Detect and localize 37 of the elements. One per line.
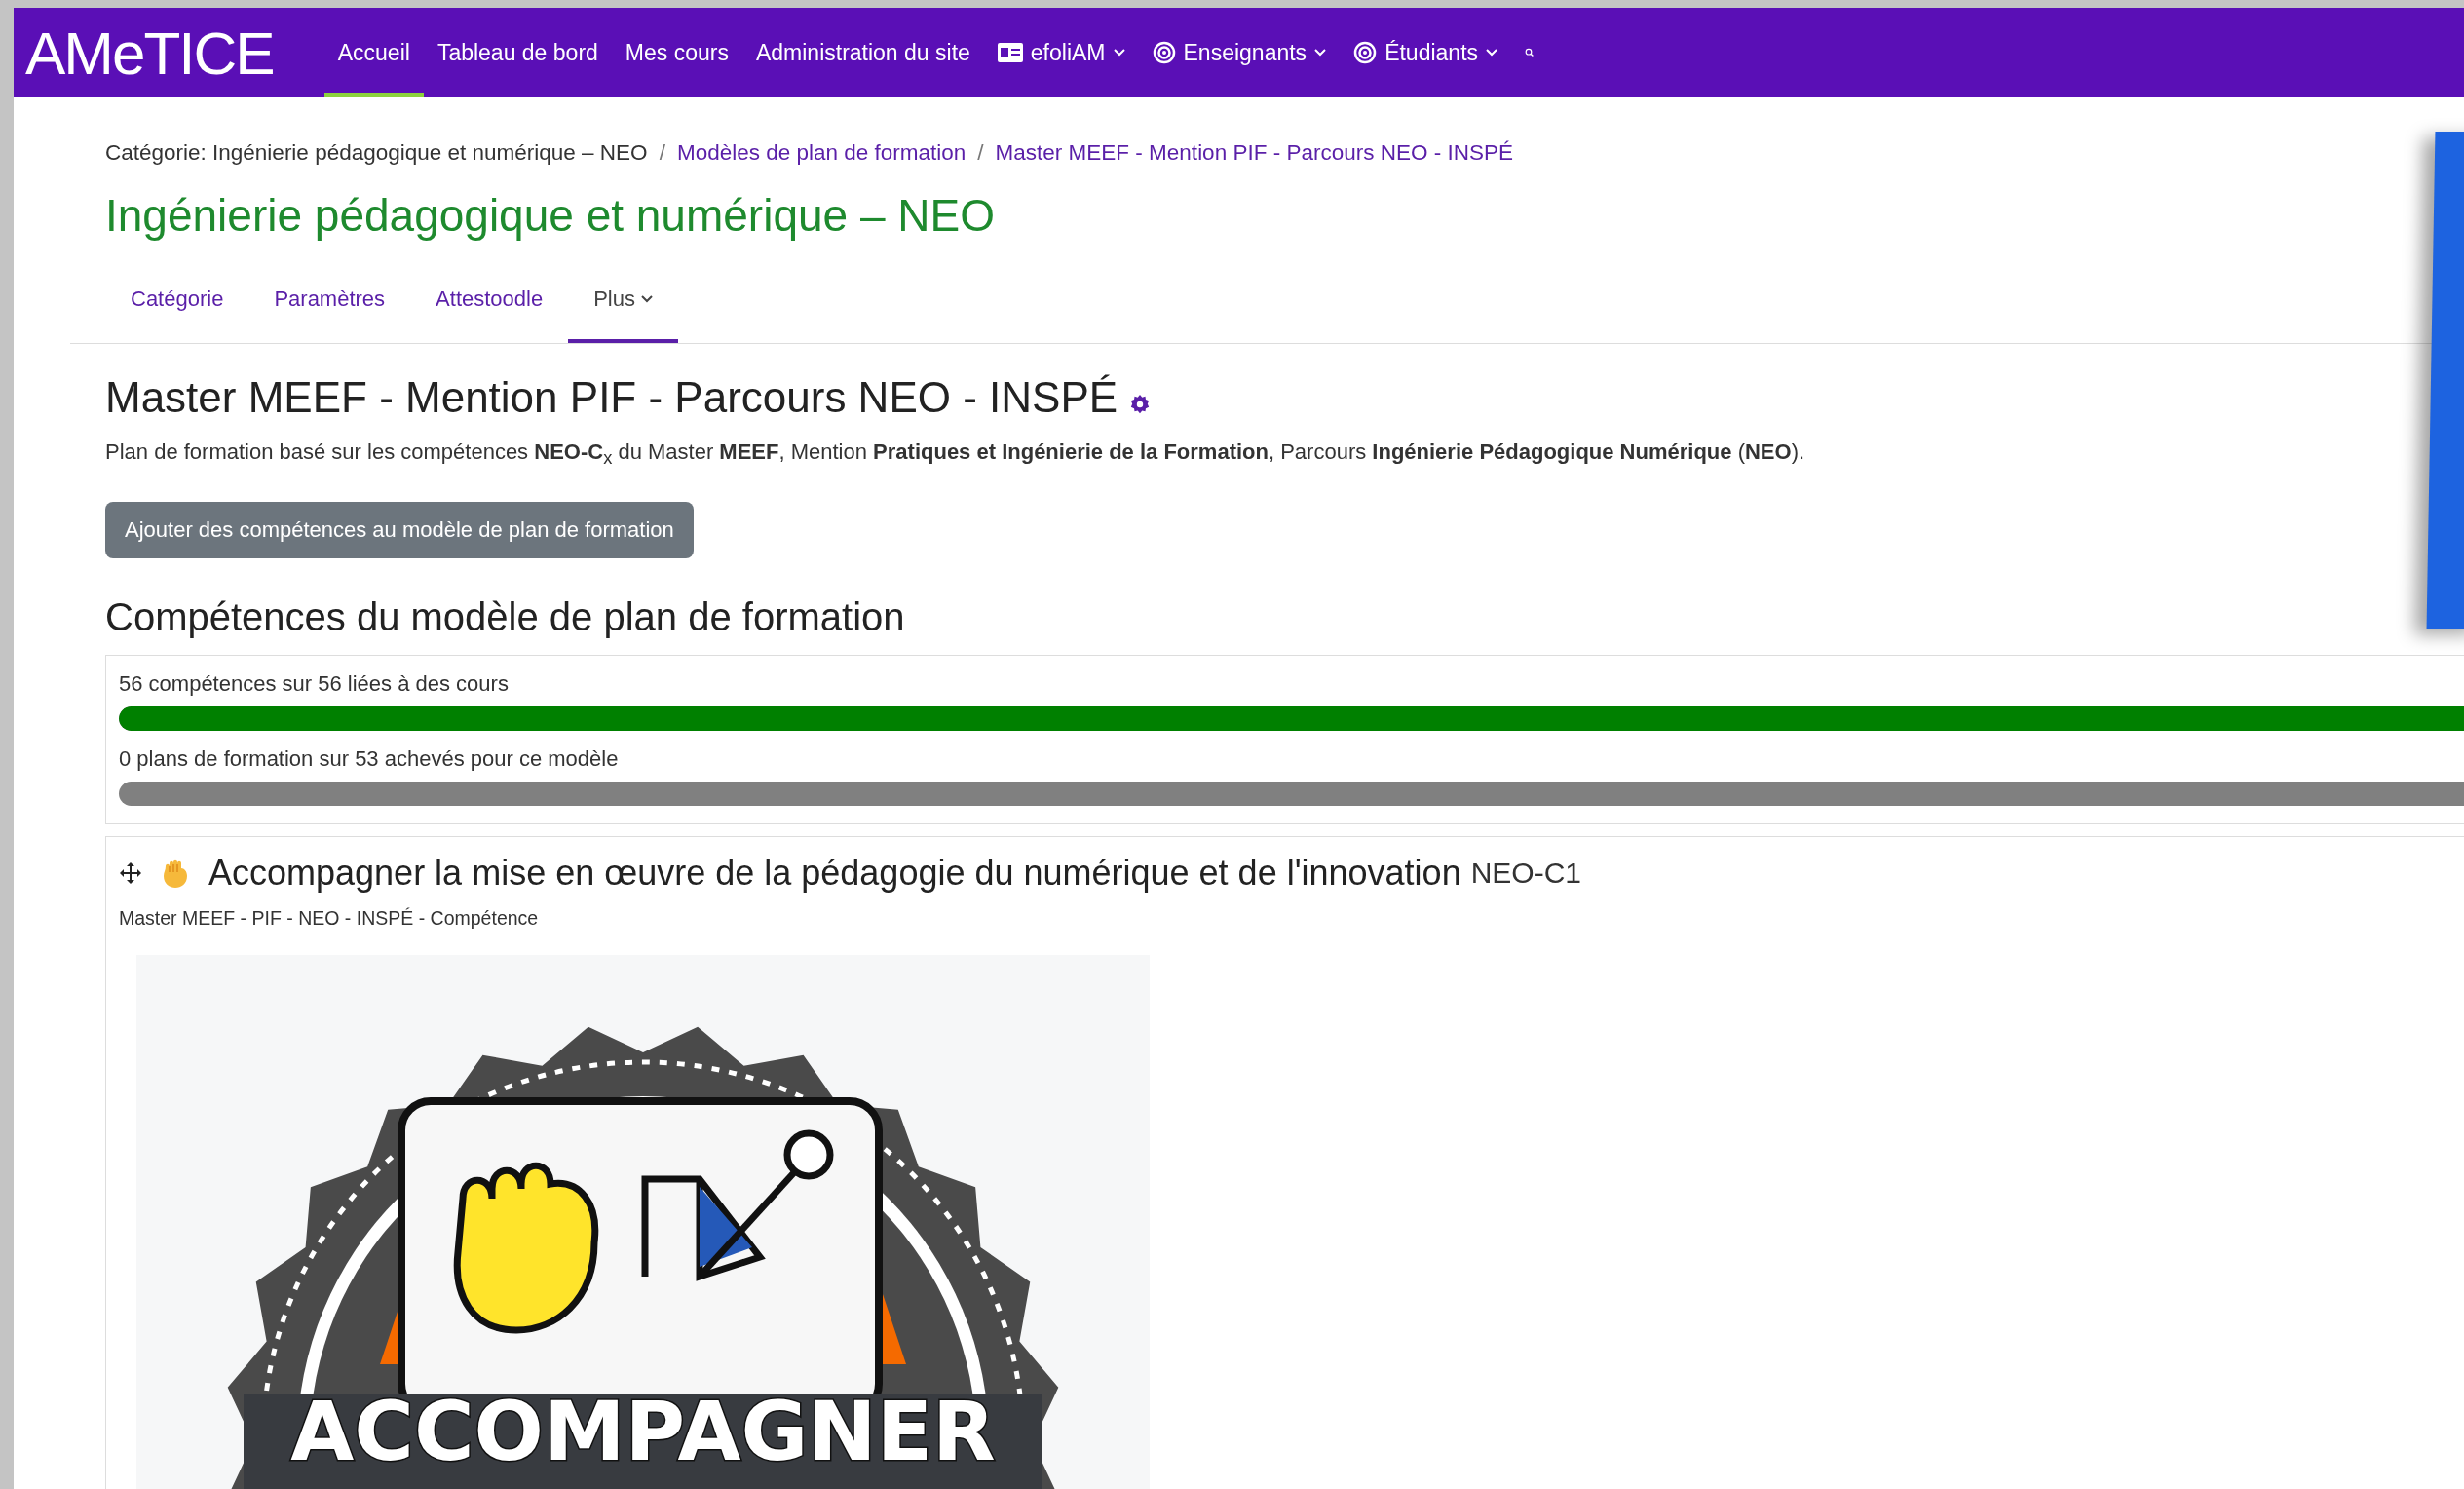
tab[interactable]: Catégorie <box>105 271 249 343</box>
site-logo[interactable]: AMeTICE <box>25 18 274 88</box>
caret-icon <box>1486 49 1498 57</box>
competency-path: Master MEEF - PIF - NEO - INSPÉ - Compétence <box>119 907 540 931</box>
tab[interactable]: Plus <box>568 271 678 343</box>
breadcrumb-separator: / <box>977 140 984 166</box>
target-icon <box>1353 41 1378 64</box>
breadcrumb-separator: / <box>659 140 665 166</box>
nav-link[interactable]: Étudiants <box>1340 8 1512 97</box>
competency-code: NEO-C1 <box>1470 857 1582 891</box>
competency-title: Accompagner la mise en œuvre de la pédagogie du numérique et de l'innovation <box>208 853 1461 895</box>
template-description: Plan de formation basé sur les compétences NEO-C$_{x}$ du Master MEEF, Mention Pratiques et Ingénierie de la Formation, Parcours Ingénierie Pédagogique Numérique (NEO). <box>105 439 1806 470</box>
nav-link[interactable]: Tableau de bord <box>423 8 612 97</box>
section-heading: Compétences du modèle de plan de formation <box>105 595 906 640</box>
nav-link[interactable]: Administration du site <box>741 8 984 97</box>
breadcrumb-text: Catégorie: Ingénierie pédagogique et numérique – NEO <box>105 140 648 166</box>
template-title: Master MEEF - Mention PIF - Parcours NEO - INSPÉ <box>105 373 1118 422</box>
id-card-icon <box>997 43 1023 62</box>
page-title: Ingénierie pédagogique et numérique – NEO <box>105 189 996 242</box>
progress-label: 0 plans de formation sur 53 achevés pour ce modèle <box>119 746 620 773</box>
settings-icon[interactable] <box>1129 394 1152 415</box>
caret-icon <box>1314 49 1327 57</box>
breadcrumb-link[interactable]: Master MEEF - Mention PIF - Parcours NEO - INSPÉ <box>995 140 1513 166</box>
target-icon <box>1152 41 1176 64</box>
tab[interactable]: Attestoodle <box>410 271 569 343</box>
caret-icon <box>641 295 653 303</box>
move-icon[interactable] <box>119 861 142 886</box>
tab[interactable]: Paramètres <box>248 271 411 343</box>
add-competencies-button[interactable]: Ajouter des compétences au modèle de plan de formation <box>105 502 694 559</box>
nav-link[interactable]: efoliAM <box>983 8 1139 97</box>
nav-link[interactable]: Mes cours <box>611 8 742 97</box>
breadcrumb-link[interactable]: Modèles de plan de formation <box>676 140 967 166</box>
badge-drawing: ACCOMPAGNER <box>136 955 1150 1489</box>
progress-label: 56 compétences sur 56 liées à des cours <box>119 671 510 698</box>
nav-link[interactable]: Accueil <box>323 8 424 97</box>
caret-icon <box>1113 49 1125 57</box>
nav-link[interactable]: Enseignants <box>1138 8 1341 97</box>
